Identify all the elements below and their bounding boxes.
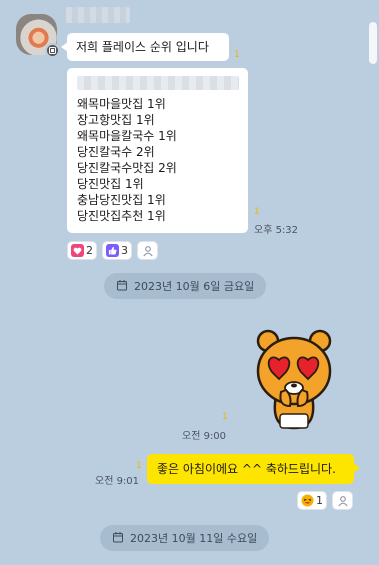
reaction-bar: 2 3 — [67, 241, 158, 260]
person-icon — [336, 494, 349, 507]
message-bubble-ranking-list[interactable]: 왜목마을맛집 1위장고항맛집 1위왜목마을칼국수 1위당진칼국수 2위당진칼국수… — [67, 68, 248, 233]
reaction-count: 2 — [86, 244, 93, 257]
message-time: 오후 5:32 — [254, 225, 299, 236]
reaction-bar: 1 — [297, 491, 353, 510]
date-divider-text: 2023년 10월 6일 금요일 — [134, 280, 255, 293]
unread-count: 1 — [254, 207, 260, 217]
person-icon — [141, 244, 154, 257]
message-text: 저희 플레이스 순위 입니다 — [76, 40, 209, 54]
message-bubble[interactable]: 저희 플레이스 순위 입니다 — [61, 33, 229, 61]
date-divider: 2023년 10월 6일 금요일 — [104, 273, 267, 299]
ranking-list-row: 당진칼국수 2위 — [77, 145, 155, 159]
thumbs-up-icon — [106, 244, 119, 257]
reaction-count: 1 — [316, 494, 323, 507]
chat-scrollbar[interactable] — [369, 22, 377, 64]
unread-count: 1 — [222, 412, 228, 422]
sender-avatar[interactable] — [16, 14, 60, 58]
ranking-list: 왜목마을맛집 1위장고항맛집 1위왜목마을칼국수 1위당진칼국수 2위당진칼국수… — [77, 96, 239, 224]
reaction-add-person[interactable] — [137, 241, 158, 260]
reaction-add-person[interactable] — [332, 491, 353, 510]
ranking-list-row: 장고항맛집 1위 — [77, 113, 155, 127]
unread-count: 1 — [136, 461, 142, 471]
ryan-emoticon[interactable] — [254, 326, 334, 430]
message-time: 오전 9:00 — [182, 431, 227, 442]
reaction-heart[interactable]: 2 — [67, 241, 97, 260]
laughing-face-icon — [301, 494, 314, 507]
ranking-list-row: 당진맛집 1위 — [77, 177, 144, 191]
ranking-list-row: 당진칼국수맛집 2위 — [77, 161, 177, 175]
avatar-channel-badge — [45, 43, 60, 58]
reaction-laughing[interactable]: 1 — [297, 491, 327, 510]
ranking-list-row: 왜목마을칼국수 1위 — [77, 129, 177, 143]
date-divider-text: 2023년 10월 11일 수요일 — [130, 532, 258, 545]
ranking-list-row: 왜목마을맛집 1위 — [77, 97, 166, 111]
reaction-count: 3 — [121, 244, 128, 257]
ranking-list-row: 충남당진맛집 1위 — [77, 193, 166, 207]
message-text: 좋은 아침이에요 ^^ 축하드립니다. — [157, 462, 336, 476]
date-divider: 2023년 10월 11일 수요일 — [100, 525, 270, 551]
heart-icon — [71, 244, 84, 257]
ranking-list-row: 당진맛집추천 1위 — [77, 209, 166, 223]
calendar-icon — [116, 279, 128, 294]
calendar-icon — [112, 531, 124, 546]
unread-count: 1 — [234, 50, 240, 60]
sender-name-redacted — [66, 7, 130, 23]
reaction-thumbs-up[interactable]: 3 — [102, 241, 132, 260]
redacted-line — [77, 76, 239, 90]
sent-message-bubble[interactable]: 좋은 아침이에요 ^^ 축하드립니다. — [147, 454, 360, 484]
message-time: 오전 9:01 — [95, 476, 140, 487]
